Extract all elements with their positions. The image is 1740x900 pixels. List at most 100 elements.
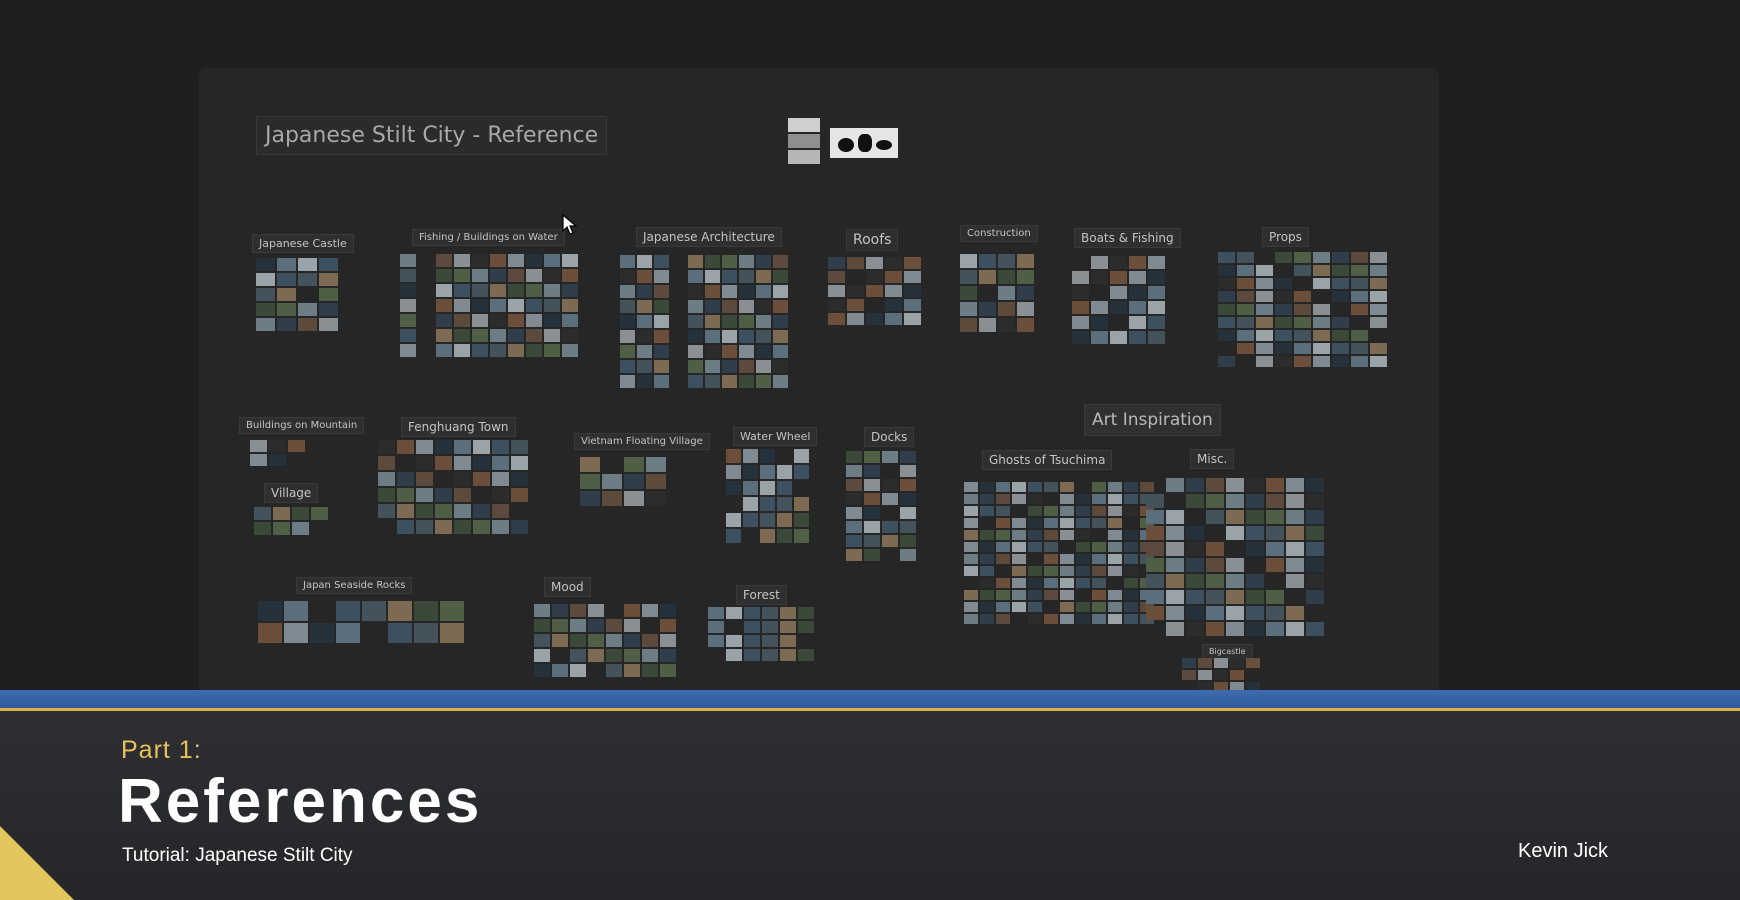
reference-thumbnail[interactable]: [904, 299, 921, 311]
reference-thumbnail[interactable]: [472, 269, 488, 282]
reference-thumbnail[interactable]: [660, 649, 676, 662]
reference-thumbnail[interactable]: [378, 456, 395, 470]
reference-thumbnail[interactable]: [435, 488, 452, 502]
reference-thumbnail[interactable]: [708, 607, 724, 619]
reference-thumbnail[interactable]: [1108, 518, 1122, 528]
reference-thumbnail[interactable]: [773, 300, 788, 313]
reference-thumbnail[interactable]: [864, 451, 880, 463]
reference-thumbnail[interactable]: [1108, 506, 1122, 516]
reference-thumbnail[interactable]: [1370, 317, 1387, 328]
reference-thumbnail[interactable]: [1076, 554, 1090, 564]
reference-thumbnail[interactable]: [1060, 602, 1074, 612]
reference-thumbnail[interactable]: [882, 479, 898, 491]
reference-thumbnail[interactable]: [756, 330, 771, 343]
reference-thumbnail[interactable]: [1256, 317, 1273, 328]
reference-thumbnail[interactable]: [1313, 317, 1330, 328]
reference-thumbnail[interactable]: [1294, 317, 1311, 328]
reference-thumbnail[interactable]: [562, 314, 578, 327]
reference-thumbnail[interactable]: [269, 454, 286, 466]
reference-thumbnail[interactable]: [885, 285, 902, 297]
reference-thumbnail[interactable]: [1017, 254, 1034, 268]
reference-thumbnail[interactable]: [620, 270, 635, 283]
reference-thumbnail[interactable]: [885, 257, 902, 269]
reference-thumbnail[interactable]: [250, 454, 267, 466]
reference-thumbnail[interactable]: [534, 634, 550, 647]
reference-thumbnail[interactable]: [1076, 542, 1090, 552]
reference-thumbnail[interactable]: [1092, 518, 1106, 528]
reference-thumbnail[interactable]: [1124, 542, 1138, 552]
reference-thumbnail[interactable]: [756, 300, 771, 313]
reference-thumbnail[interactable]: [1218, 304, 1235, 315]
reference-thumbnail[interactable]: [980, 590, 994, 600]
reference-thumbnail[interactable]: [1275, 317, 1292, 328]
reference-thumbnail[interactable]: [705, 270, 720, 283]
reference-thumbnail[interactable]: [508, 284, 524, 297]
reference-thumbnail[interactable]: [642, 664, 658, 677]
reference-thumbnail[interactable]: [400, 314, 416, 327]
reference-thumbnail[interactable]: [273, 507, 290, 520]
reference-thumbnail[interactable]: [996, 482, 1010, 492]
reference-thumbnail[interactable]: [1286, 622, 1304, 636]
reference-thumbnail[interactable]: [739, 315, 754, 328]
reference-thumbnail[interactable]: [624, 619, 640, 632]
reference-thumbnail[interactable]: [794, 465, 809, 479]
reference-thumbnail[interactable]: [472, 299, 488, 312]
reference-thumbnail[interactable]: [777, 529, 792, 543]
reference-thumbnail[interactable]: [454, 504, 471, 518]
reference-thumbnail[interactable]: [773, 315, 788, 328]
reference-thumbnail[interactable]: [1124, 602, 1138, 612]
reference-thumbnail[interactable]: [562, 344, 578, 357]
reference-thumbnail[interactable]: [964, 494, 978, 504]
reference-thumbnail[interactable]: [1091, 316, 1108, 329]
reference-thumbnail[interactable]: [864, 465, 880, 477]
reference-thumbnail[interactable]: [1313, 265, 1330, 276]
reference-thumbnail[interactable]: [534, 664, 550, 677]
reference-thumbnail[interactable]: [688, 255, 703, 268]
art-inspiration-label[interactable]: Art Inspiration: [1084, 404, 1221, 436]
reference-thumbnail[interactable]: [660, 619, 676, 632]
reference-thumbnail[interactable]: [472, 254, 488, 267]
reference-thumbnail[interactable]: [654, 330, 669, 343]
reference-thumbnail[interactable]: [256, 273, 275, 286]
reference-thumbnail[interactable]: [760, 513, 775, 527]
reference-thumbnail[interactable]: [777, 497, 792, 511]
reference-thumbnail[interactable]: [760, 465, 775, 479]
reference-thumbnail[interactable]: [739, 285, 754, 298]
reference-thumbnail[interactable]: [980, 566, 994, 576]
reference-thumbnail[interactable]: [1124, 494, 1138, 504]
reference-thumbnail[interactable]: [1370, 304, 1387, 315]
reference-thumbnail[interactable]: [1246, 590, 1264, 604]
reference-thumbnail[interactable]: [508, 314, 524, 327]
reference-thumbnail[interactable]: [1306, 526, 1324, 540]
reference-thumbnail[interactable]: [1017, 318, 1034, 332]
reference-thumbnail[interactable]: [885, 271, 902, 283]
reference-thumbnail[interactable]: [1076, 566, 1090, 576]
reference-thumbnail[interactable]: [1186, 606, 1204, 620]
reference-thumbnail[interactable]: [1306, 590, 1324, 604]
reference-thumbnail[interactable]: [319, 303, 338, 316]
reference-thumbnail[interactable]: [743, 497, 758, 511]
reference-thumbnail[interactable]: [1206, 494, 1224, 508]
reference-thumbnail[interactable]: [980, 482, 994, 492]
reference-thumbnail[interactable]: [979, 270, 996, 284]
reference-thumbnail[interactable]: [780, 649, 796, 661]
reference-thumbnail[interactable]: [1146, 526, 1164, 540]
reference-thumbnail[interactable]: [739, 345, 754, 358]
reference-thumbnail[interactable]: [1044, 578, 1058, 588]
reference-thumbnail[interactable]: [416, 456, 433, 470]
reference-thumbnail[interactable]: [1012, 530, 1026, 540]
reference-thumbnail[interactable]: [1186, 526, 1204, 540]
reference-thumbnail[interactable]: [1129, 256, 1146, 269]
reference-thumbnail[interactable]: [1198, 658, 1212, 668]
reference-thumbnail[interactable]: [508, 269, 524, 282]
reference-thumbnail[interactable]: [1186, 574, 1204, 588]
reference-thumbnail[interactable]: [756, 375, 771, 388]
reference-thumbnail[interactable]: [864, 479, 880, 491]
reference-thumbnail[interactable]: [1306, 542, 1324, 556]
reference-thumbnail[interactable]: [288, 440, 305, 452]
reference-thumbnail[interactable]: [1246, 658, 1260, 668]
reference-thumbnail[interactable]: [1246, 494, 1264, 508]
reference-thumbnail[interactable]: [1072, 301, 1089, 314]
reference-thumbnail[interactable]: [1028, 506, 1042, 516]
reference-thumbnail[interactable]: [1275, 278, 1292, 289]
